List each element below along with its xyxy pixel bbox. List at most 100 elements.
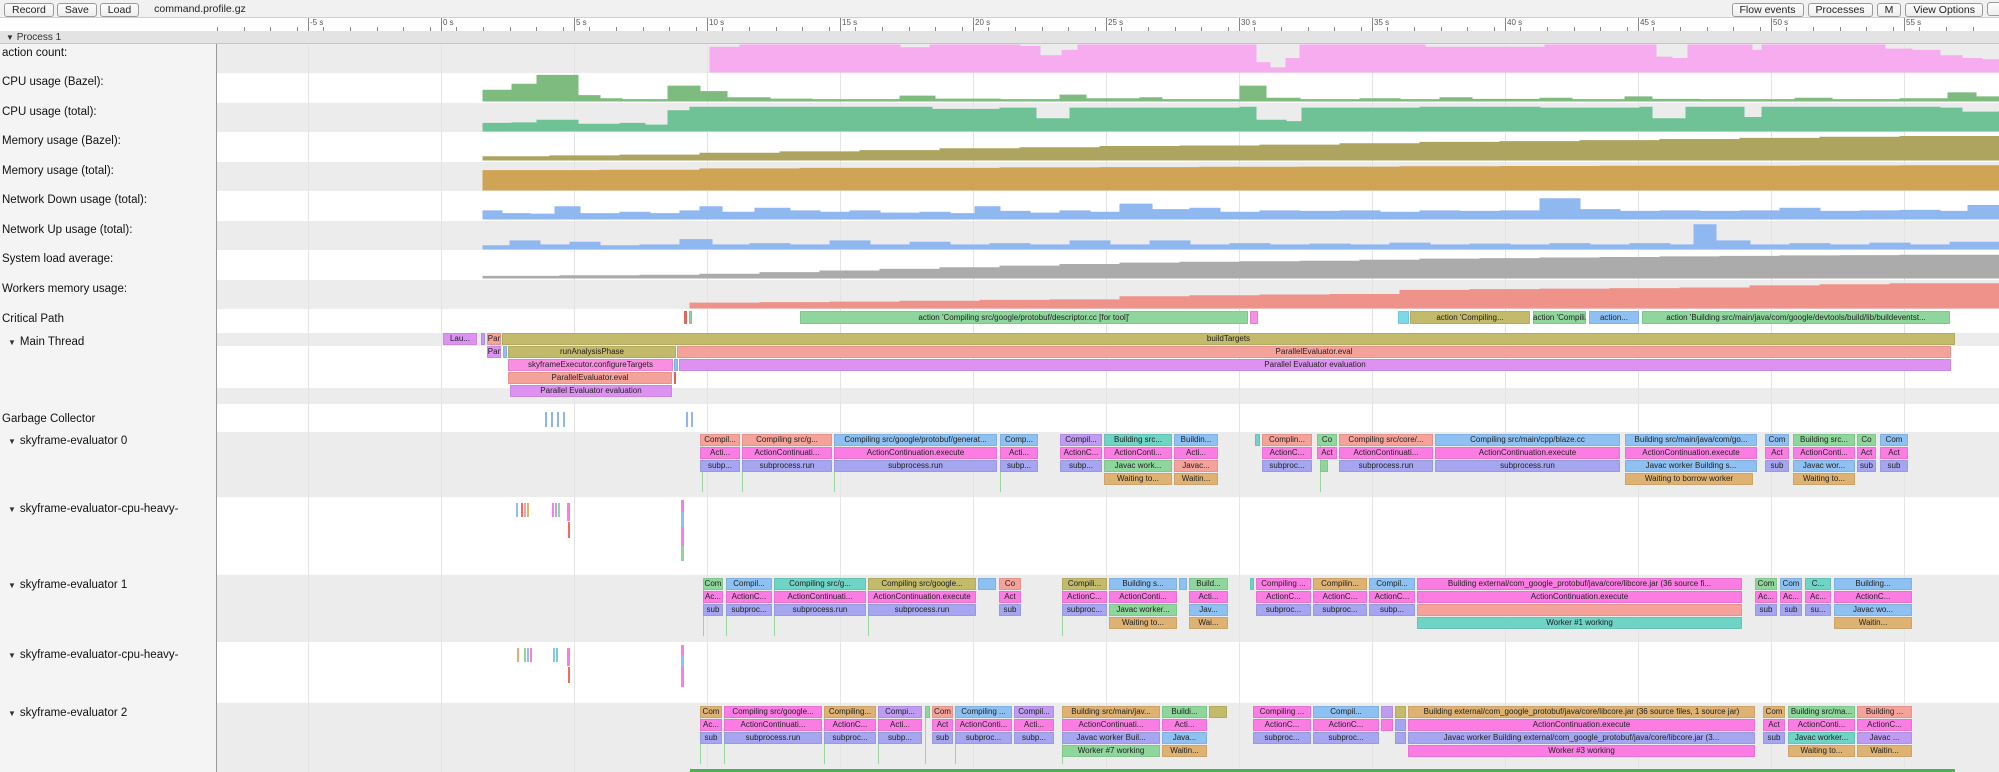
evaluator-bar-com[interactable]: Com: [1763, 706, 1785, 718]
evaluator-bar-act[interactable]: Act: [1765, 447, 1789, 459]
critical-path-bar-action-compili-[interactable]: action 'Compili...: [1533, 311, 1586, 324]
evaluator-bar-subprocess-run[interactable]: subprocess.run: [834, 460, 997, 472]
evaluator-bar-waiting-to-[interactable]: Waiting to...: [1788, 745, 1855, 757]
evaluator-bar-ac-[interactable]: Ac...: [703, 591, 723, 603]
evaluator-bar-subproc-[interactable]: subproc...: [1313, 732, 1379, 744]
evaluator-bar-actionconti-[interactable]: ActionConti...: [955, 719, 1012, 731]
evaluator-bar[interactable]: [1395, 732, 1406, 744]
toolbar-button-view-options[interactable]: View Options: [1905, 3, 1983, 17]
evaluator-bar[interactable]: [1381, 706, 1393, 718]
cpu-heavy-tick[interactable]: [568, 522, 570, 538]
evaluator-bar-sub[interactable]: sub: [1880, 460, 1908, 472]
cpu-heavy-tick[interactable]: [681, 645, 684, 655]
evaluator-bar-compil-[interactable]: Compil...: [1369, 578, 1415, 590]
evaluator-bar-building-src-main-jav-[interactable]: Building src/main/jav...: [1062, 706, 1160, 718]
cpu-heavy-tick[interactable]: [524, 648, 526, 662]
cpu-heavy-tick[interactable]: [516, 503, 518, 517]
evaluator-bar-wai-[interactable]: Wai...: [1189, 617, 1228, 629]
toolbar-button-save[interactable]: Save: [57, 3, 97, 17]
main-thread-bar-lau-[interactable]: Lau...: [443, 333, 477, 345]
timeline-ruler[interactable]: -5 s0 s5 s10 s15 s20 s25 s30 s35 s40 s45…: [0, 18, 1999, 32]
evaluator-bar-compiling-[interactable]: Compiling ...: [1256, 578, 1311, 590]
evaluator-bar-acti-[interactable]: Acti...: [700, 447, 740, 459]
evaluator-bar-actionc-[interactable]: ActionC...: [1253, 719, 1311, 731]
main-thread-bar-runanalysisphase[interactable]: runAnalysisPhase: [508, 346, 676, 358]
evaluator-bar[interactable]: [1179, 578, 1187, 590]
evaluator-bar-sub[interactable]: sub: [1763, 732, 1785, 744]
cpu-heavy-tick[interactable]: [555, 503, 557, 517]
evaluator-bar-acti-[interactable]: Acti...: [1162, 719, 1207, 731]
main-thread-bar[interactable]: [481, 333, 485, 345]
evaluator-bar-subprocess-run[interactable]: subprocess.run: [742, 460, 832, 472]
main-thread-bar-buildtargets[interactable]: buildTargets: [502, 333, 1955, 345]
main-thread-bar[interactable]: [674, 359, 678, 371]
evaluator-bar-java-[interactable]: Java...: [1162, 732, 1207, 744]
evaluator-bar[interactable]: [925, 706, 930, 718]
cpu-heavy-tick[interactable]: [681, 527, 684, 546]
evaluator-bar-building-src-main-java-c[interactable]: Building src/main/java/com/go...: [1625, 434, 1757, 446]
critical-path-bar[interactable]: [1250, 311, 1258, 324]
critical-path-bar-action-[interactable]: action...: [1589, 311, 1639, 324]
evaluator-bar[interactable]: [1209, 706, 1227, 718]
evaluator-bar-javac-[interactable]: Javac ...: [1857, 732, 1912, 744]
evaluator-bar-waiting-to-[interactable]: Waiting to...: [1109, 617, 1177, 629]
evaluator-bar-compiling-[interactable]: Compiling...: [824, 706, 876, 718]
toolbar-button-flow-events[interactable]: Flow events: [1732, 3, 1804, 17]
evaluator-bar[interactable]: [1320, 460, 1328, 472]
evaluator-bar-actionconti-[interactable]: ActionConti...: [1104, 447, 1172, 459]
evaluator-bar-javac-work-[interactable]: Javac work...: [1104, 460, 1172, 472]
main-thread-bar[interactable]: [674, 372, 676, 384]
evaluator-bar-javac-worker-[interactable]: Javac worker...: [1109, 604, 1177, 616]
cpu-heavy-tick[interactable]: [681, 667, 684, 687]
evaluator-bar-subproc-[interactable]: subproc...: [1256, 604, 1311, 616]
evaluator-bar-actioncontinuati-[interactable]: ActionContinuati...: [742, 447, 832, 459]
evaluator-bar-waitin-[interactable]: Waitin...: [1162, 745, 1207, 757]
cpu-heavy-tick[interactable]: [527, 503, 529, 517]
evaluator-bar-sub[interactable]: sub: [1755, 604, 1777, 616]
evaluator-bar-compil-[interactable]: Compil...: [700, 434, 740, 446]
evaluator-bar-building-src-ma-[interactable]: Building src/ma...: [1788, 706, 1855, 718]
evaluator-bar-javac-worker-buil-[interactable]: Javac worker Buil...: [1062, 732, 1160, 744]
evaluator-bar-su-[interactable]: su...: [1805, 604, 1831, 616]
evaluator-bar-build-[interactable]: Build...: [1189, 578, 1228, 590]
gc-tick[interactable]: [686, 412, 688, 427]
track-label-evaluator-1[interactable]: ▼skyframe-evaluator-cpu-heavy-: [8, 503, 178, 515]
evaluator-bar-subp-[interactable]: subp...: [878, 732, 922, 744]
cpu-heavy-tick[interactable]: [521, 503, 523, 517]
main-thread-bar-parallelevaluator-eval[interactable]: ParallelEvaluator.eval: [508, 372, 672, 384]
counter-chart-memory-usage-bazel[interactable]: [0, 132, 1999, 161]
track-label-evaluator-3[interactable]: ▼skyframe-evaluator-cpu-heavy-: [8, 649, 178, 661]
evaluator-bar-building-s-[interactable]: Building s...: [1109, 578, 1177, 590]
counter-chart-cpu-usage-total[interactable]: [0, 103, 1999, 132]
evaluator-bar-actionc-[interactable]: ActionC...: [1060, 447, 1102, 459]
evaluator-bar-act[interactable]: Act: [1763, 719, 1785, 731]
evaluator-bar-ac-[interactable]: Ac...: [700, 719, 722, 731]
gc-tick[interactable]: [557, 412, 559, 427]
evaluator-bar-actioncontinuati-[interactable]: ActionContinuati...: [1339, 447, 1433, 459]
evaluator-bar-subp-[interactable]: subp...: [1369, 604, 1415, 616]
evaluator-bar-waitin-[interactable]: Waitin...: [1857, 745, 1912, 757]
evaluator-bar-subproc-[interactable]: subproc...: [1262, 460, 1312, 472]
evaluator-bar-comp-[interactable]: Comp...: [1000, 434, 1038, 446]
evaluator-bar-compil-[interactable]: Compil...: [726, 578, 772, 590]
cpu-heavy-tick[interactable]: [524, 503, 526, 517]
main-thread-bar-par[interactable]: Par: [487, 333, 501, 345]
evaluator-bar-compili-[interactable]: Compili...: [1062, 578, 1107, 590]
evaluator-bar-subp-[interactable]: subp...: [1000, 460, 1038, 472]
evaluator-bar-compiling-src-google-[interactable]: Compiling src/google...: [724, 706, 822, 718]
evaluator-bar-compil-[interactable]: Compil...: [1313, 706, 1379, 718]
evaluator-bar-com[interactable]: Com: [932, 706, 953, 718]
evaluator-bar-sub[interactable]: sub: [700, 732, 722, 744]
cpu-heavy-tick[interactable]: [567, 503, 570, 521]
evaluator-bar-compiling-src-main-cpp-b[interactable]: Compiling src/main/cpp/blaze.cc: [1435, 434, 1620, 446]
evaluator-bar-building-[interactable]: Building...: [1834, 578, 1912, 590]
evaluator-bar-act[interactable]: Act: [1317, 447, 1337, 459]
evaluator-bar-acti-[interactable]: Acti...: [1174, 447, 1218, 459]
evaluator-bar-building-external-com-go[interactable]: Building external/com_google_protobuf/ja…: [1417, 578, 1742, 590]
evaluator-bar-buildin-[interactable]: Buildin...: [1174, 434, 1218, 446]
main-thread-bar-par[interactable]: Par: [487, 346, 501, 358]
evaluator-bar-complin-[interactable]: Complin...: [1262, 434, 1312, 446]
cpu-heavy-tick[interactable]: [681, 655, 684, 667]
gc-tick[interactable]: [551, 412, 553, 427]
evaluator-bar-act[interactable]: Act: [999, 591, 1021, 603]
